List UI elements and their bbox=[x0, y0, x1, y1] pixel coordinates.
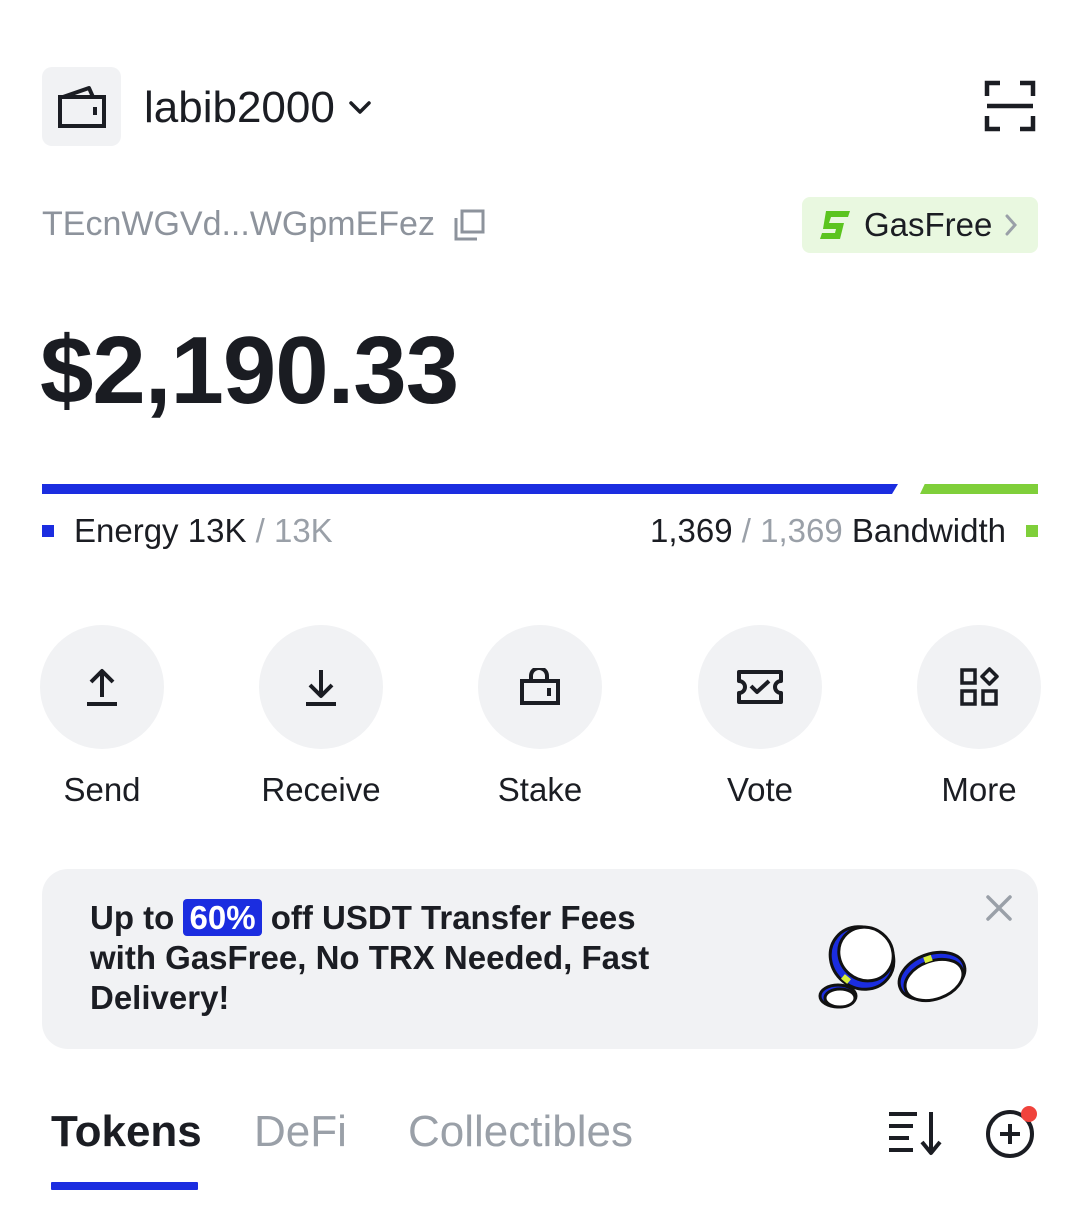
energy-separator: / bbox=[255, 512, 265, 549]
tab-defi[interactable]: DeFi bbox=[254, 1106, 347, 1158]
address-row[interactable]: TEcnWGVd...WGpmEFez bbox=[42, 205, 485, 244]
notification-dot bbox=[1021, 1106, 1037, 1122]
add-token-icon[interactable] bbox=[984, 1104, 1040, 1160]
energy-bar bbox=[42, 484, 898, 494]
send-button[interactable]: Send bbox=[40, 625, 164, 809]
lock-bag-icon bbox=[520, 668, 560, 705]
gasfree-button[interactable]: GasFree bbox=[802, 197, 1038, 253]
receive-button[interactable]: Receive bbox=[259, 625, 383, 809]
copy-icon[interactable] bbox=[453, 209, 485, 241]
wallet-name: labib2000 bbox=[144, 83, 335, 132]
energy-legend-square bbox=[42, 525, 54, 537]
wallet-selector[interactable]: labib2000 bbox=[144, 82, 371, 134]
scan-icon[interactable] bbox=[984, 80, 1036, 132]
close-icon[interactable] bbox=[984, 893, 1014, 923]
bandwidth-bar bbox=[920, 484, 1038, 494]
stake-button[interactable]: Stake bbox=[478, 625, 602, 809]
energy-max: 13K bbox=[273, 512, 333, 549]
energy-current: 13K bbox=[187, 512, 247, 549]
tab-tokens[interactable]: Tokens bbox=[51, 1106, 202, 1158]
wallet-address: TEcnWGVd...WGpmEFez bbox=[42, 205, 435, 243]
bandwidth-info[interactable]: 1,369 / 1,369 Bandwidth bbox=[650, 512, 1038, 550]
wallet-icon bbox=[57, 85, 106, 128]
more-label: More bbox=[941, 771, 1017, 808]
receive-label: Receive bbox=[261, 771, 381, 808]
gasfree-logo-icon bbox=[820, 211, 850, 239]
energy-info[interactable]: Energy 13K / 13K bbox=[42, 512, 333, 550]
bandwidth-label: Bandwidth bbox=[851, 512, 1006, 549]
ticket-check-icon bbox=[737, 670, 783, 704]
promo-pre: Up to bbox=[90, 899, 175, 936]
vote-button[interactable]: Vote bbox=[698, 625, 822, 809]
chevron-down-icon bbox=[349, 101, 371, 114]
sort-icon[interactable] bbox=[887, 1108, 943, 1158]
bandwidth-current: 1,369 bbox=[650, 512, 733, 549]
upload-arrow-icon bbox=[87, 669, 117, 706]
gasfree-label: GasFree bbox=[864, 206, 993, 243]
bandwidth-max: 1,369 bbox=[760, 512, 843, 549]
bandwidth-separator: / bbox=[741, 512, 751, 549]
stake-label: Stake bbox=[497, 771, 583, 808]
send-circle bbox=[40, 625, 164, 749]
vote-circle bbox=[698, 625, 822, 749]
bandwidth-legend-square bbox=[1026, 525, 1038, 537]
promo-post: off USDT Transfer Fees with GasFree, No … bbox=[90, 899, 650, 1016]
wallet-avatar[interactable] bbox=[42, 67, 121, 146]
tab-collectibles[interactable]: Collectibles bbox=[408, 1106, 633, 1158]
more-circle bbox=[917, 625, 1041, 749]
stake-circle bbox=[478, 625, 602, 749]
total-balance: $2,190.33 bbox=[40, 317, 459, 424]
download-arrow-icon bbox=[306, 670, 336, 706]
grid-more-icon bbox=[960, 667, 999, 706]
coins-illustration-icon bbox=[818, 925, 967, 1009]
energy-label: Energy bbox=[74, 512, 179, 549]
chevron-right-icon bbox=[1005, 214, 1018, 236]
vote-label: Vote bbox=[726, 771, 794, 808]
send-label: Send bbox=[63, 771, 141, 808]
receive-circle bbox=[259, 625, 383, 749]
promo-highlight: 60% bbox=[183, 899, 262, 936]
promo-text: Up to 60% off USDT Transfer Fees with Ga… bbox=[90, 898, 690, 1018]
more-button[interactable]: More bbox=[917, 625, 1041, 809]
active-tab-indicator bbox=[51, 1182, 198, 1190]
